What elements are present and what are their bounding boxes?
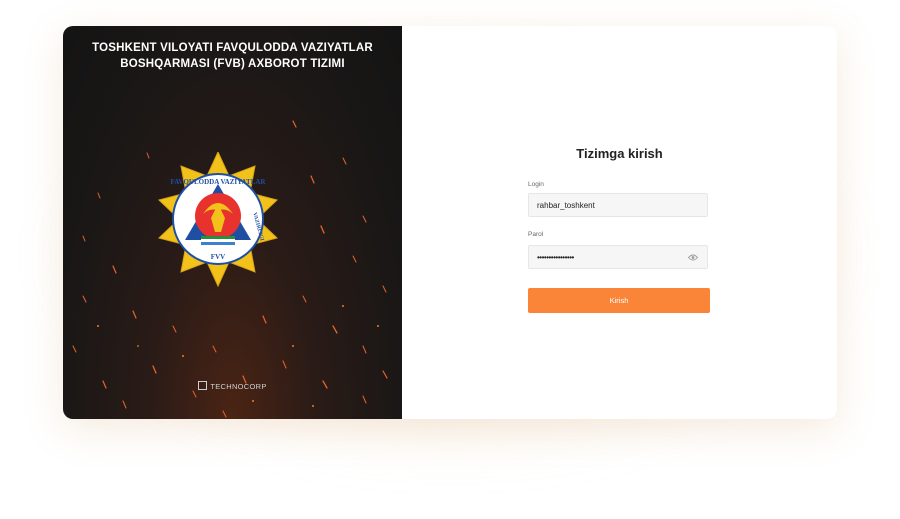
- login-input[interactable]: rahbar_toshkent: [528, 193, 708, 217]
- fvv-emblem-logo: FAVQULODDA VAZIYATLAR VAZIRLIGI FVV: [158, 152, 278, 288]
- technocorp-label: TECHNOCORP: [210, 382, 267, 391]
- system-title-line-1: TOSHKENT VILOYATI FAVQULODDA VAZIYATLAR: [92, 42, 373, 54]
- password-input[interactable]: ••••••••••••••••: [528, 245, 708, 269]
- form-title: Tizimga kirish: [576, 146, 663, 161]
- emblem-text-top: FAVQULODDA VAZIYATLAR: [171, 178, 267, 186]
- emblem-text-bottom: FVV: [211, 253, 225, 261]
- show-password-eye-icon[interactable]: [688, 254, 698, 261]
- login-card: TOSHKENT VILOYATI FAVQULODDA VAZIYATLAR …: [63, 26, 837, 419]
- password-input-value: ••••••••••••••••: [537, 252, 574, 262]
- login-submit-button[interactable]: Kirish: [528, 288, 710, 313]
- login-input-value: rahbar_toshkent: [537, 200, 595, 210]
- system-title-line-2: BOSHQARMASI (FVB) AXBOROT TIZIMI: [120, 58, 345, 70]
- login-label: Login: [528, 181, 544, 188]
- login-form-panel: Tizimga kirish Login rahbar_toshkent Par…: [402, 26, 837, 419]
- technocorp-brand: TECHNOCORP: [63, 381, 402, 391]
- branding-panel: TOSHKENT VILOYATI FAVQULODDA VAZIYATLAR …: [63, 26, 402, 419]
- system-title: TOSHKENT VILOYATI FAVQULODDA VAZIYATLAR …: [73, 40, 392, 72]
- technocorp-logo-icon: [198, 381, 208, 390]
- password-label: Parol: [528, 231, 544, 238]
